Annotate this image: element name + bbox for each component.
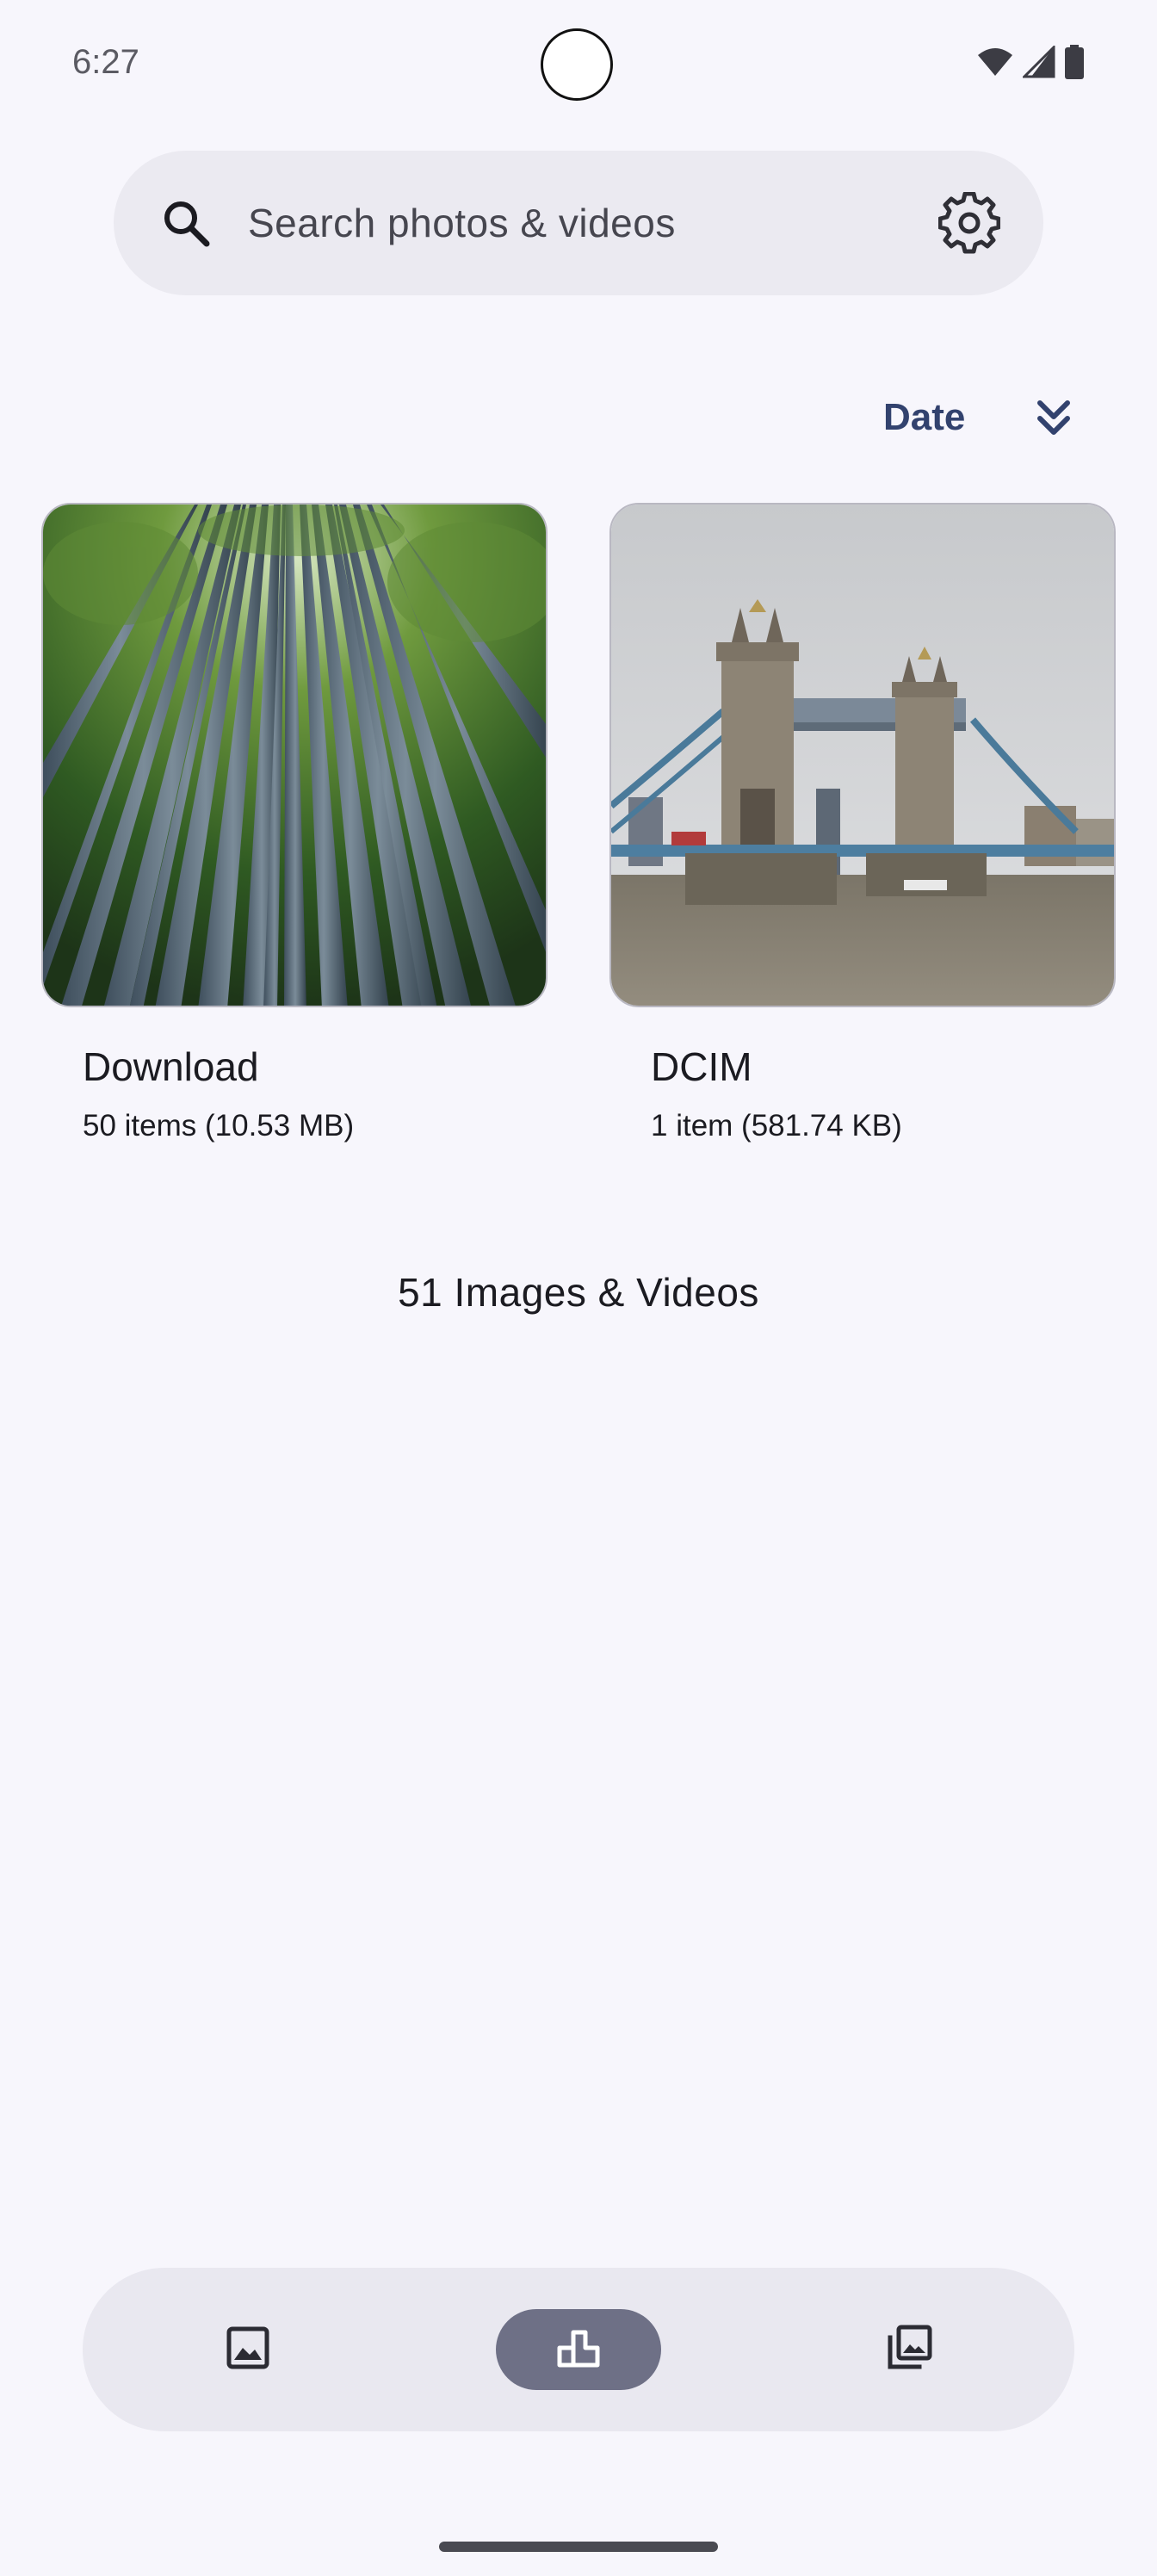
library-icon[interactable]	[885, 2324, 933, 2376]
albums-icon[interactable]	[554, 2324, 603, 2376]
status-bar: 6:27	[0, 0, 1157, 129]
nav-item-library[interactable]	[826, 2309, 992, 2390]
battery-icon	[1064, 45, 1085, 84]
gear-icon[interactable]	[937, 191, 1001, 254]
album-card-download[interactable]: Download 50 items (10.53 MB)	[41, 503, 548, 1142]
album-thumbnail-tower-bridge[interactable]	[609, 503, 1116, 1007]
album-meta: 1 item (581.74 KB)	[651, 1109, 902, 1142]
album-thumbnail-bamboo[interactable]	[41, 503, 548, 1007]
nav-item-albums[interactable]	[496, 2309, 661, 2390]
status-time: 6:27	[72, 43, 139, 81]
search-bar[interactable]: Search photos & videos	[114, 151, 1043, 295]
sort-button[interactable]: Date	[883, 396, 965, 439]
image-icon[interactable]	[224, 2324, 272, 2376]
bottom-nav	[83, 2268, 1074, 2431]
nav-item-photos[interactable]	[165, 2309, 331, 2390]
screen: 6:27 Search photos & videos Date Downloa…	[0, 0, 1157, 2576]
media-count-summary: 51 Images & Videos	[398, 1270, 759, 1315]
double-chevron-down-icon[interactable]	[1030, 394, 1078, 443]
home-indicator[interactable]	[439, 2542, 718, 2552]
camera-cutout	[541, 28, 613, 101]
status-icons	[976, 44, 1085, 84]
search-icon[interactable]	[158, 195, 213, 251]
album-name: DCIM	[651, 1044, 752, 1089]
signal-icon	[1021, 44, 1055, 83]
album-name: Download	[83, 1044, 259, 1089]
album-card-dcim[interactable]: DCIM 1 item (581.74 KB)	[609, 503, 1116, 1142]
album-meta: 50 items (10.53 MB)	[83, 1109, 355, 1142]
search-input[interactable]: Search photos & videos	[248, 200, 676, 246]
wifi-icon	[976, 46, 1014, 82]
